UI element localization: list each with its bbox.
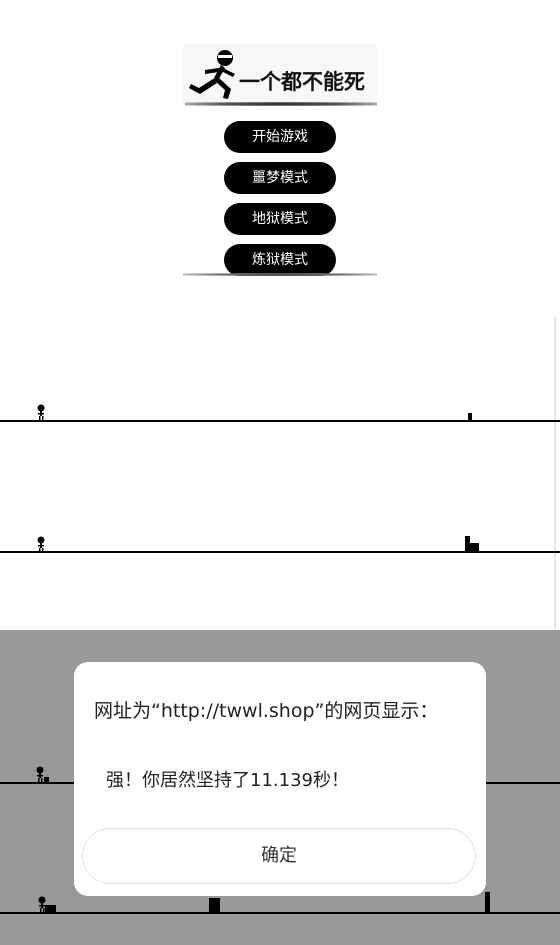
game-logo: 一个都不能死 bbox=[183, 44, 377, 106]
game-page: 一个都不能死 开始游戏 噩梦模式 地狱模式 炼狱模式 网址为“http://tw… bbox=[0, 0, 560, 945]
ground-line bbox=[0, 912, 560, 914]
stick-runner-icon bbox=[38, 896, 56, 912]
dialog-message: 强！你居然坚持了11.139秒！ bbox=[106, 770, 349, 791]
stick-runner-icon bbox=[36, 766, 49, 782]
game-lane-1[interactable] bbox=[0, 380, 560, 430]
obstacle-block bbox=[485, 892, 490, 912]
logo-underline bbox=[185, 102, 377, 106]
stick-runner-icon bbox=[37, 404, 45, 420]
dialog-title: 网址为“http://twwl.shop”的网页显示： bbox=[94, 700, 439, 722]
nightmare-mode-button[interactable]: 噩梦模式 bbox=[224, 162, 336, 194]
ground-line bbox=[0, 551, 560, 553]
start-game-button[interactable]: 开始游戏 bbox=[224, 121, 336, 153]
ok-button[interactable]: 确定 bbox=[82, 828, 476, 884]
hell-mode-button[interactable]: 地狱模式 bbox=[224, 203, 336, 235]
purgatory-mode-button[interactable]: 炼狱模式 bbox=[224, 244, 336, 276]
menu-divider bbox=[183, 273, 377, 276]
running-man-icon bbox=[189, 50, 235, 99]
game-lane-2[interactable] bbox=[0, 520, 560, 560]
scrollbar[interactable] bbox=[554, 316, 556, 634]
ground-line bbox=[0, 420, 560, 422]
obstacle-block bbox=[209, 898, 220, 912]
obstacle-block bbox=[468, 413, 472, 420]
stick-runner-icon bbox=[37, 536, 45, 552]
logo-title: 一个都不能死 bbox=[239, 70, 365, 94]
obstacle-block bbox=[465, 543, 479, 551]
alert-dialog: 网址为“http://twwl.shop”的网页显示： 强！你居然坚持了11.1… bbox=[74, 662, 486, 896]
